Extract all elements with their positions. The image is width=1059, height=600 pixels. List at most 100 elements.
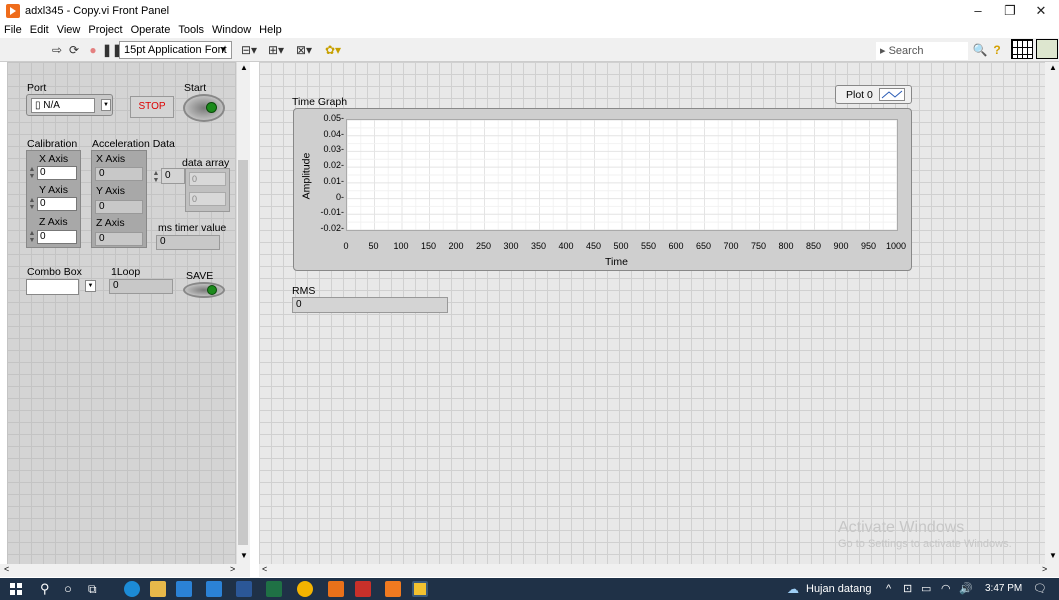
combo-box-input[interactable]	[26, 279, 79, 295]
array-index-field[interactable]: 0	[161, 168, 185, 184]
reorder-icon[interactable]: ✿▾	[322, 42, 344, 58]
save-button[interactable]	[183, 282, 225, 298]
minimize-button[interactable]: –	[963, 2, 993, 20]
cortana-icon[interactable]: ○	[64, 581, 72, 597]
distribute-objects-icon[interactable]: ⊞▾	[265, 42, 287, 58]
menu-help[interactable]: Help	[255, 22, 286, 38]
align-objects-icon[interactable]: ⊟▾	[239, 42, 259, 58]
x-ticks: 0 50 100 150 200 250 300 350 400 450 500 550 600 650 7…	[330, 241, 910, 255]
word-icon[interactable]	[236, 581, 252, 597]
x-tick-label: 100	[393, 241, 409, 251]
x-tick-label: 750	[750, 241, 767, 251]
restore-button[interactable]: ❐	[995, 2, 1025, 20]
file-explorer-icon[interactable]	[150, 581, 166, 597]
cal-x-label: X Axis	[39, 153, 69, 165]
labview-icon	[6, 4, 20, 18]
plot-legend[interactable]: Plot 0	[835, 85, 912, 104]
connector-pane-icon	[1011, 39, 1033, 59]
volume-icon[interactable]: 🔊	[959, 581, 973, 597]
ms-timer-label: ms timer value	[158, 222, 227, 234]
port-control[interactable]: ▯ N/A ▼	[26, 94, 113, 116]
acc-x-indicator: 0	[95, 167, 143, 181]
scroll-up-icon[interactable]: ▲	[240, 63, 248, 72]
tray-chevron-icon[interactable]: ^	[886, 581, 891, 597]
menu-file[interactable]: File	[0, 22, 26, 38]
left-scroll-thumb[interactable]	[238, 160, 248, 545]
cal-y-stepper[interactable]: ▲ ▼	[28, 197, 36, 211]
abort-icon[interactable]: ●	[86, 42, 100, 58]
y-tick-label: 0.01-	[323, 175, 344, 186]
menu-window[interactable]: Window	[208, 22, 255, 38]
x-tick-label: 450	[585, 241, 602, 251]
scroll-left-icon[interactable]: <	[4, 564, 9, 574]
mail-icon[interactable]	[206, 581, 222, 597]
cal-x-field[interactable]: 0	[37, 166, 77, 180]
edge-icon[interactable]	[124, 581, 140, 597]
search-icon[interactable]: 🔍	[972, 42, 988, 58]
resize-objects-icon[interactable]: ⊠▾	[293, 42, 315, 58]
excel-icon[interactable]	[266, 581, 282, 597]
rms-indicator: 0	[292, 297, 448, 313]
y-tick-label: 0.04-	[323, 128, 344, 139]
scroll-down-icon[interactable]: ▼	[240, 551, 248, 560]
vi-icon	[1036, 39, 1058, 59]
clock[interactable]: 3:47 PM	[985, 581, 1022, 597]
scroll-down-icon[interactable]: ▼	[1049, 551, 1057, 560]
wifi-icon[interactable]: ◠	[941, 581, 951, 597]
scroll-right-icon[interactable]: >	[230, 564, 235, 574]
port-dropdown-icon[interactable]: ▼	[101, 99, 111, 111]
labview-taskbar-icon[interactable]	[385, 581, 401, 597]
help-icon[interactable]: ?	[990, 42, 1004, 58]
data-array-frame: 0 0	[185, 168, 230, 212]
right-horizontal-scrollbar[interactable]: < >	[259, 564, 1059, 577]
search-input[interactable]: ▸ Search	[876, 42, 968, 60]
windows-start-icon[interactable]	[10, 583, 22, 595]
store-icon[interactable]	[176, 581, 192, 597]
cal-z-field[interactable]: 0	[37, 230, 77, 244]
task-view-icon[interactable]: ⧉	[88, 581, 97, 597]
chrome-icon[interactable]	[297, 581, 313, 597]
menu-tools[interactable]: Tools	[174, 22, 208, 38]
weather-icon[interactable]: ☁	[787, 581, 799, 597]
legend-line-icon	[879, 88, 905, 101]
cal-x-stepper[interactable]: ▲ ▼	[28, 166, 36, 180]
labview-vi-taskbar-icon[interactable]	[412, 581, 428, 597]
matlab-icon[interactable]	[355, 581, 371, 597]
notification-icon[interactable]: 🗨	[1033, 581, 1047, 597]
menu-edit[interactable]: Edit	[26, 22, 53, 38]
cal-y-field[interactable]: 0	[37, 197, 77, 211]
start-led	[206, 102, 217, 113]
scroll-right-icon[interactable]: >	[1042, 564, 1047, 574]
array-element: 0	[189, 192, 226, 206]
left-horizontal-scrollbar[interactable]: < >	[0, 564, 250, 577]
combo-dropdown-icon[interactable]: ▼	[85, 280, 96, 292]
x-tick-label: 300	[503, 241, 519, 251]
array-element: 0	[189, 172, 226, 186]
cal-z-stepper[interactable]: ▲ ▼	[28, 230, 36, 244]
plot-area[interactable]	[346, 119, 898, 231]
app-icon[interactable]	[328, 581, 344, 597]
search-icon[interactable]: ⚲	[40, 581, 50, 597]
menu-view[interactable]: View	[53, 22, 85, 38]
y-tick-label: -0.01-	[320, 207, 344, 218]
y-tick-label: 0-	[335, 191, 344, 202]
run-arrow-icon[interactable]: ⇨	[50, 42, 64, 58]
network-icon[interactable]: ⊡	[903, 581, 912, 597]
run-continuously-icon[interactable]: ⟳	[67, 42, 81, 58]
port-value: ▯ N/A	[31, 98, 95, 113]
menu-operate[interactable]: Operate	[127, 22, 175, 38]
array-index-stepper[interactable]: ▲ ▼	[152, 170, 160, 184]
calibration-cluster: X Axis ▲ ▼ 0 Y Axis ▲ ▼ 0 Z Axis ▲ ▼ 0	[26, 150, 81, 248]
menu-project[interactable]: Project	[84, 22, 126, 38]
scroll-up-icon[interactable]: ▲	[1049, 63, 1057, 72]
weather-text[interactable]: Hujan datang	[806, 581, 871, 597]
scroll-left-icon[interactable]: <	[262, 564, 267, 574]
stop-button[interactable]: STOP	[130, 96, 174, 118]
right-vertical-scrollbar[interactable]	[1045, 62, 1059, 564]
font-select[interactable]: 15pt Application Font ▼	[119, 41, 232, 59]
close-button[interactable]: ✕	[1026, 2, 1056, 20]
battery-icon[interactable]: ▭	[921, 581, 931, 597]
activation-watermark-sub: Go to Settings to activate Windows.	[838, 538, 1012, 550]
start-button[interactable]	[183, 94, 225, 122]
pause-icon[interactable]: ❚❚	[102, 42, 122, 58]
